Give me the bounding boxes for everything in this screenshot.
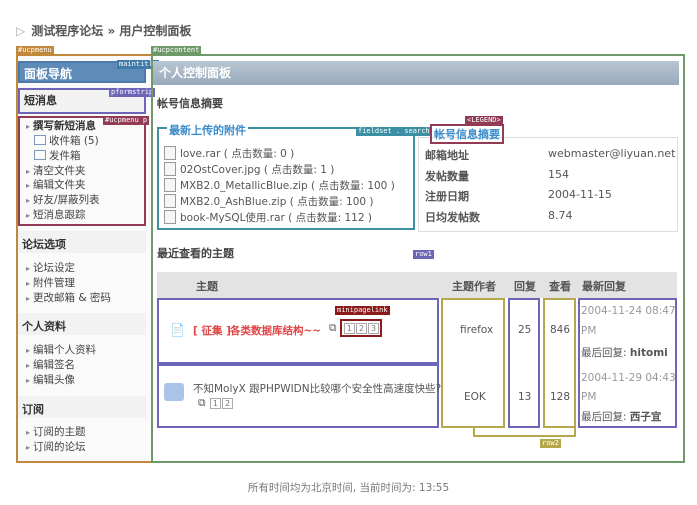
menu-item-empty-folder[interactable]: ▸ 清空文件夹 — [26, 163, 86, 178]
attachment-item[interactable]: MXB2.0_AshBlue.zip ( 点击数量: 100 ) — [180, 194, 374, 209]
last-reply-line: 最后回复: hitomi — [581, 347, 668, 359]
th-replies: 回复 — [514, 280, 536, 293]
topic-views: 128 — [550, 391, 571, 403]
debug-tag-fieldset: fieldset . search — [356, 127, 432, 136]
menu-item-subscribed-forums[interactable]: ▸ 订阅的论坛 — [26, 439, 86, 454]
debug-tag-row1: row1 — [413, 250, 434, 259]
page-link[interactable]: 2 — [355, 323, 368, 334]
menu-item-outbox[interactable]: 发件箱 — [34, 148, 81, 163]
account-value: webmaster@liyuan.net — [548, 147, 676, 160]
debug-tag-row2: row2 — [540, 439, 561, 448]
last-reply-ampm: PM — [581, 391, 597, 403]
file-icon — [164, 194, 176, 208]
topic-views: 846 — [550, 324, 571, 336]
replies-column — [508, 298, 540, 428]
mail-icon — [34, 150, 46, 160]
th-views: 查看 — [549, 280, 571, 293]
topic-replies: 13 — [518, 391, 532, 403]
topic-link[interactable]: 不知MolyX 跟PHPWIDN比较哪个安全性高速度快些? — [193, 381, 441, 396]
th-author: 主题作者 — [452, 280, 496, 293]
menu-item-edit-profile[interactable]: ▸ 编辑个人资料 — [26, 342, 96, 357]
file-icon — [164, 178, 176, 192]
last-reply-date: 2004-11-29 04:43 — [581, 372, 676, 384]
topic-replies: 25 — [518, 324, 532, 336]
page-link[interactable]: 1 — [209, 398, 221, 409]
account-value: 2004-11-15 — [548, 188, 612, 201]
breadcrumb-separator: » — [107, 24, 116, 38]
breadcrumb-current: 用户控制面板 — [119, 24, 192, 38]
attachment-item[interactable]: MXB2.0_MetallicBlue.zip ( 点击数量: 100 ) — [180, 178, 395, 193]
content-title: 个人控制面板 — [153, 61, 679, 85]
attachment-item[interactable]: love.rar ( 点击数量: 0 ) — [180, 146, 294, 161]
topic-link[interactable]: 各类数据库结构~~ — [230, 323, 321, 338]
last-reply-ampm: PM — [581, 325, 597, 337]
menu-item-edit-folder[interactable]: ▸ 编辑文件夹 — [26, 177, 86, 192]
attachment-item[interactable]: book-MySQL使用.rar ( 点击数量: 112 ) — [180, 210, 372, 225]
account-legend: 帐号信息摘要 — [430, 124, 504, 144]
menu-item-attachments[interactable]: ▸ 附件管理 — [26, 275, 75, 290]
menu-item-compose[interactable]: ▸ 撰写新短消息 — [26, 118, 96, 133]
th-last-reply: 最新回复 — [582, 280, 626, 293]
menu-item-change-email[interactable]: ▸ 更改邮箱 & 密码 — [26, 290, 111, 305]
th-topic: 主题 — [196, 280, 218, 293]
profile-title: 个人资料 — [22, 320, 66, 333]
account-value: 8.74 — [548, 209, 573, 222]
author-column — [441, 298, 505, 428]
row2-connector — [473, 428, 576, 437]
account-key: 注册日期 — [425, 190, 469, 203]
menu-item-pm-tracking[interactable]: ▸ 短消息跟踪 — [26, 207, 86, 222]
subscription-title: 订阅 — [22, 403, 44, 416]
page-link[interactable]: 3 — [368, 323, 380, 334]
menu-item-edit-avatar[interactable]: ▸ 编辑头像 — [26, 372, 75, 387]
page-link[interactable]: 2 — [221, 398, 234, 409]
arrow-icon: ▷ — [16, 24, 26, 38]
debug-tag-minipagelink: minipagelink — [335, 306, 390, 315]
summary-title: 帐号信息摘要 — [157, 97, 223, 110]
account-key: 发帖数量 — [425, 170, 469, 183]
pages-icon: ⧉ — [198, 397, 206, 409]
menu-item-inbox[interactable]: 收件箱 (5) — [34, 133, 99, 148]
breadcrumb-site-link[interactable]: 测试程序论坛 — [31, 24, 103, 38]
last-reply-line: 最后回复: 西子宜 — [581, 411, 662, 423]
file-icon — [164, 162, 176, 176]
last-reply-user[interactable]: hitomi — [630, 347, 668, 359]
page-link[interactable]: 1 — [343, 323, 355, 334]
folder-icon — [164, 383, 184, 401]
topic-prefix: [ 征集 ] — [193, 325, 231, 337]
account-key: 邮箱地址 — [425, 149, 469, 162]
debug-tag-ucpmenu: #ucpmenu — [16, 46, 54, 55]
file-icon — [164, 210, 176, 224]
pages-icon: ⧉ — [329, 322, 337, 334]
debug-tag-ucpmenu-p: #ucpmenu p — [103, 116, 150, 125]
debug-tag-ucpcontent: #ucpcontent — [151, 46, 202, 55]
views-column — [543, 298, 576, 428]
last-reply-user[interactable]: 西子宜 — [630, 411, 662, 423]
mail-icon — [34, 135, 46, 145]
minipagelink: ⧉ 123 — [329, 319, 383, 337]
menu-item-forum-settings[interactable]: ▸ 论坛设定 — [26, 260, 75, 275]
menu-item-buddy-list[interactable]: ▸ 好友/屏蔽列表 — [26, 192, 100, 207]
menu-item-edit-signature[interactable]: ▸ 编辑签名 — [26, 357, 75, 372]
table-row — [157, 364, 439, 428]
topic-author[interactable]: firefox — [460, 324, 493, 336]
topic-icon: 📄 — [170, 323, 185, 337]
minipagelink: ⧉ 12 — [198, 397, 234, 410]
recent-topics-title: 最近查看的主题 — [157, 247, 234, 260]
debug-tag-pformstrip: pformstrip — [109, 88, 156, 97]
attachments-legend: 最新上传的附件 — [167, 122, 248, 138]
last-reply-date: 2004-11-24 08:47 — [581, 305, 676, 317]
footer-time: 所有时间均为北京时间, 当前时间为: 13:55 — [247, 482, 450, 494]
menu-item-subscribed-topics[interactable]: ▸ 订阅的主题 — [26, 424, 86, 439]
attachment-item[interactable]: 02OstCover.jpg ( 点击数量: 1 ) — [180, 162, 334, 177]
account-key: 日均发帖数 — [425, 211, 480, 224]
forum-options-title: 论坛选项 — [22, 238, 66, 251]
account-value: 154 — [548, 168, 569, 181]
topic-author[interactable]: EOK — [464, 391, 486, 403]
file-icon — [164, 146, 176, 160]
breadcrumb: ▷ 测试程序论坛 » 用户控制面板 — [16, 22, 191, 39]
